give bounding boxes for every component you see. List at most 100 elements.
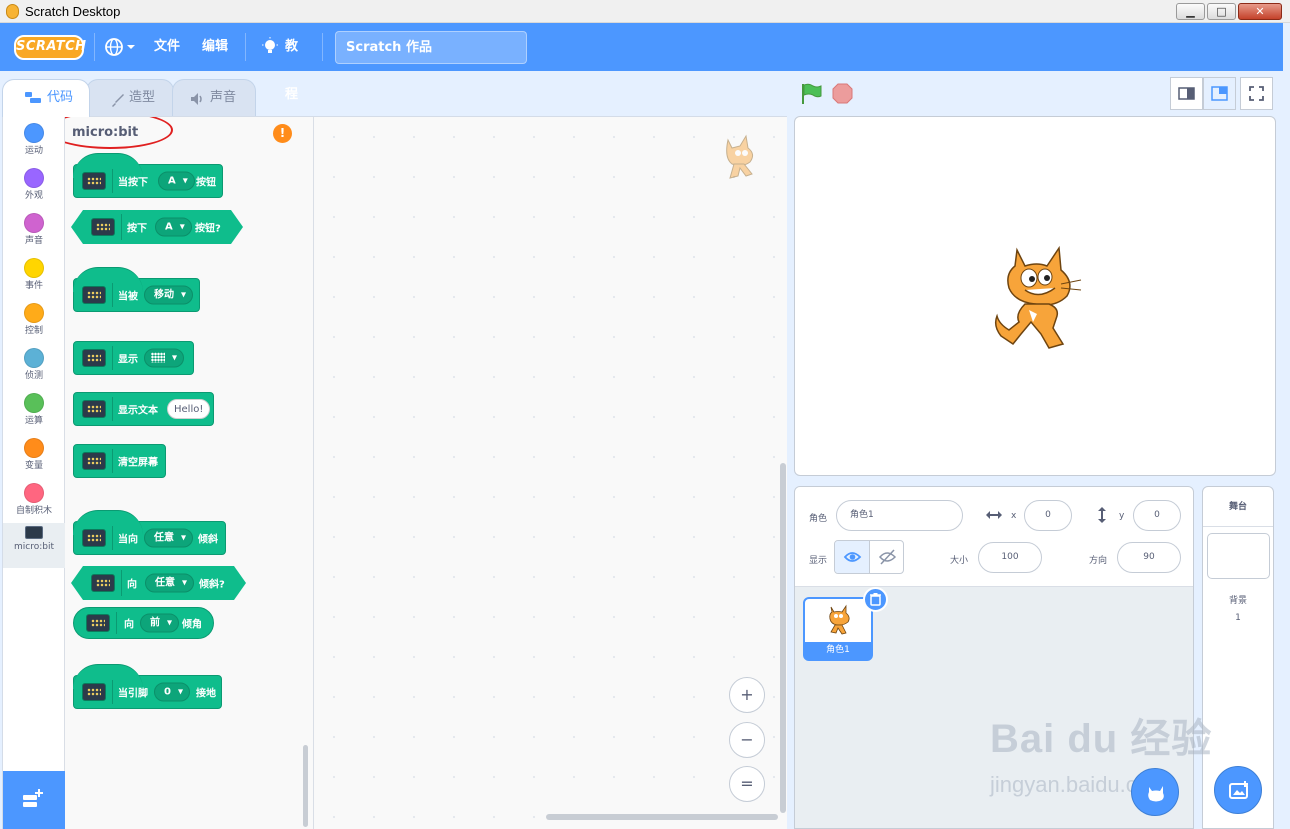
minimize-button[interactable]: ▁ xyxy=(1176,3,1205,20)
category-dot xyxy=(24,168,44,188)
pin-dropdown[interactable]: 0 xyxy=(154,682,190,702)
tilt-direction-dropdown[interactable]: 任意 xyxy=(144,528,193,548)
window-titlebar: Scratch Desktop ▁ □ ✕ xyxy=(0,0,1290,23)
block-display-pattern[interactable]: 显示 xyxy=(73,341,194,375)
category-sensing[interactable]: 侦测 xyxy=(3,348,65,393)
category-my-blocks[interactable]: 自制积木 xyxy=(3,483,65,528)
language-menu[interactable] xyxy=(103,36,139,58)
category-dot xyxy=(24,438,44,458)
scratch-app-icon xyxy=(6,4,19,19)
close-window-button[interactable]: ✕ xyxy=(1238,3,1282,20)
menu-file[interactable]: 文件 xyxy=(154,23,180,71)
block-when-button-pressed[interactable]: 当按下 A 按钮 xyxy=(73,153,223,198)
block-text: 显示 xyxy=(118,354,138,366)
tab-code[interactable]: 代码 xyxy=(2,79,90,117)
block-divider xyxy=(112,449,113,473)
size-label: 大小 xyxy=(950,556,969,566)
category-control[interactable]: 控制 xyxy=(3,303,65,348)
category-label: 运动 xyxy=(24,146,43,156)
block-display-text[interactable]: 显示文本 Hello! xyxy=(73,392,214,426)
category-dot xyxy=(24,303,44,323)
stop-button[interactable] xyxy=(832,83,853,104)
category-motion[interactable]: 运动 xyxy=(3,123,65,168)
zoom-in-button[interactable]: + xyxy=(729,677,765,713)
category-label: 变量 xyxy=(24,461,43,471)
stage-canvas[interactable] xyxy=(794,116,1276,476)
script-vertical-scrollbar[interactable] xyxy=(780,463,786,813)
backdrops-count: 1 xyxy=(1235,613,1241,623)
block-when-tilted[interactable]: 当向 任意 倾斜 xyxy=(73,510,226,555)
script-area[interactable]: + − = xyxy=(314,117,787,829)
sprite-cat-watermark-icon xyxy=(726,134,754,179)
direction-input[interactable]: 90 xyxy=(1117,542,1181,573)
block-when-pin-connected[interactable]: 当引脚 0 接地 xyxy=(73,664,222,709)
menu-divider xyxy=(245,33,246,61)
zoom-reset-icon: = xyxy=(740,774,754,793)
sprite-name-label: 角色 xyxy=(809,514,828,524)
tilt-direction-dropdown[interactable]: 任意 xyxy=(145,574,194,593)
size-input[interactable]: 100 xyxy=(978,542,1042,573)
normal-stage-button[interactable] xyxy=(1203,77,1236,110)
maximize-button[interactable]: □ xyxy=(1207,3,1236,20)
zoom-reset-button[interactable]: = xyxy=(729,766,765,802)
category-variables[interactable]: 变量 xyxy=(3,438,65,483)
button-dropdown[interactable]: A xyxy=(158,171,195,191)
tab-costumes[interactable]: 造型 xyxy=(86,79,174,116)
gesture-dropdown[interactable]: 移动 xyxy=(144,285,193,305)
choose-backdrop-button[interactable] xyxy=(1214,766,1262,814)
tab-sounds[interactable]: 声音 xyxy=(172,79,256,116)
category-sound[interactable]: 声音 xyxy=(3,213,65,258)
block-text: 当向 xyxy=(118,534,138,546)
block-tilted-boolean[interactable]: 向 任意 倾斜? xyxy=(71,566,246,600)
add-extension-button[interactable] xyxy=(3,771,65,829)
category-label: 侦测 xyxy=(24,371,43,381)
scratch-logo[interactable]: SCRATCH xyxy=(14,35,86,60)
tilt-direction-dropdown[interactable]: 前 xyxy=(140,613,179,633)
choose-sprite-button[interactable] xyxy=(1131,768,1179,816)
script-horizontal-scrollbar[interactable] xyxy=(546,814,778,820)
microbit-icon xyxy=(91,574,115,592)
menu-edit[interactable]: 编辑 xyxy=(202,23,228,71)
x-input[interactable]: 0 xyxy=(1024,500,1072,531)
block-clear-display[interactable]: 清空屏幕 xyxy=(73,444,166,478)
category-dot xyxy=(24,213,44,233)
normal-stage-icon xyxy=(1211,86,1228,101)
block-divider xyxy=(112,526,113,550)
palette-scrollbar[interactable] xyxy=(303,745,308,827)
trash-icon xyxy=(870,593,881,606)
block-when-gesture[interactable]: 当被 移动 xyxy=(73,267,200,312)
minimize-icon: ▁ xyxy=(1186,5,1195,18)
block-tilt-angle-reporter[interactable]: 向 前 倾角 xyxy=(73,607,214,639)
lightbulb-icon xyxy=(262,37,278,53)
text-input[interactable]: Hello! xyxy=(167,399,211,419)
fullscreen-button[interactable] xyxy=(1240,77,1273,110)
block-button-pressed-boolean[interactable]: 按下 A 按钮? xyxy=(71,210,243,244)
show-sprite-button[interactable] xyxy=(835,541,870,573)
matrix-dropdown[interactable] xyxy=(144,348,184,368)
button-dropdown[interactable]: A xyxy=(155,218,192,237)
small-stage-button[interactable] xyxy=(1170,77,1203,110)
sprite-cat-icon xyxy=(829,604,850,635)
y-input[interactable]: 0 xyxy=(1133,500,1181,531)
delete-sprite-button[interactable] xyxy=(863,587,888,612)
block-divider xyxy=(116,612,117,634)
category-looks[interactable]: 外观 xyxy=(3,168,65,213)
zoom-out-button[interactable]: − xyxy=(729,722,765,758)
project-title-input[interactable]: Scratch 作品 xyxy=(335,31,527,64)
warning-icon[interactable]: ! xyxy=(273,124,292,143)
image-add-icon xyxy=(1229,781,1248,799)
sprite-name-input[interactable]: 角色1 xyxy=(836,500,963,531)
hide-sprite-button[interactable] xyxy=(870,541,903,573)
category-microbit[interactable]: micro:bit xyxy=(3,523,65,568)
window-controls: ▁ □ ✕ xyxy=(1174,3,1282,20)
category-operators[interactable]: 运算 xyxy=(3,393,65,438)
stage-thumbnail[interactable] xyxy=(1207,533,1270,579)
category-events[interactable]: 事件 xyxy=(3,258,65,303)
watermark-logo-text: Bai du 经验 xyxy=(990,717,1213,761)
category-dot xyxy=(24,483,44,503)
category-dot xyxy=(24,123,44,143)
block-divider xyxy=(112,169,113,193)
vertical-arrows-icon xyxy=(1098,507,1106,523)
green-flag-button[interactable] xyxy=(800,83,822,105)
sprite-thumbnail[interactable]: 角色1 xyxy=(803,587,888,661)
